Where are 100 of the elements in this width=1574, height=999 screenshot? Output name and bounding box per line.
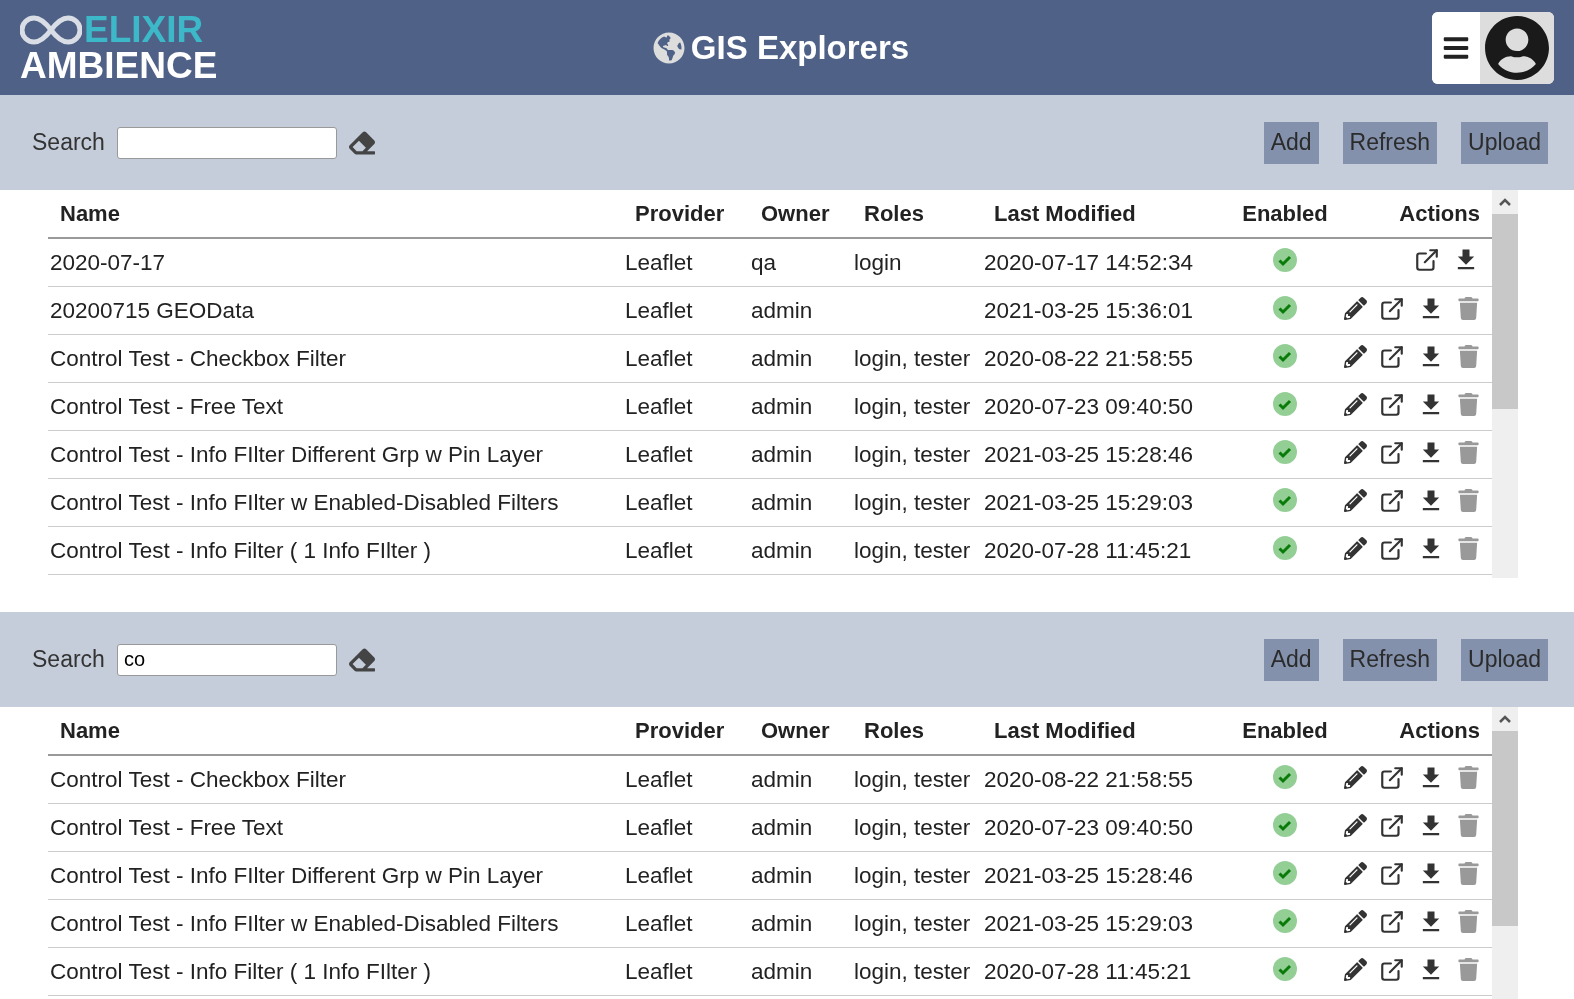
trash-icon[interactable] bbox=[1457, 489, 1480, 513]
table-cell: 2020-07-23 09:40:50 bbox=[982, 382, 1230, 431]
pencil-icon[interactable] bbox=[1344, 958, 1367, 982]
app-title: GIS Explorers bbox=[690, 28, 910, 67]
trash-icon[interactable] bbox=[1457, 345, 1480, 369]
table-cell: admin bbox=[749, 382, 852, 431]
eraser-icon[interactable] bbox=[348, 129, 375, 156]
table-row[interactable]: Control Test - Info FIlter Different Grp w Pin Layer Leaflet admin login, tester 2021-03-25 15:28:46 bbox=[48, 430, 1492, 479]
table-cell: login, tester bbox=[852, 334, 982, 383]
trash-icon[interactable] bbox=[1457, 537, 1480, 561]
table-cell: login, tester bbox=[852, 851, 982, 900]
table-cell: admin bbox=[749, 334, 852, 383]
table-cell: admin bbox=[749, 947, 852, 996]
scrollbar[interactable] bbox=[1492, 190, 1518, 578]
external-link-icon[interactable] bbox=[1379, 908, 1405, 935]
external-link-icon[interactable] bbox=[1379, 535, 1405, 562]
add-button[interactable]: Add bbox=[1263, 638, 1319, 681]
pencil-icon[interactable] bbox=[1344, 345, 1367, 369]
table-row[interactable]: Control Test - Info FIlter Different Grp w Pin Layer Leaflet admin login, tester 2021-03-25 15:28:46 bbox=[48, 851, 1492, 900]
table-cell: login, tester bbox=[852, 526, 982, 575]
table-cell: admin bbox=[749, 286, 852, 335]
external-link-icon[interactable] bbox=[1379, 860, 1405, 887]
table-cell: admin bbox=[749, 430, 852, 479]
eraser-icon[interactable] bbox=[348, 646, 375, 673]
table-cell: Control Test - Info Filter ( 1 Info FIlter ) bbox=[48, 947, 623, 996]
table-row[interactable]: Control Test - Free Text Leaflet admin login, tester 2020-07-23 09:40:50 bbox=[48, 803, 1492, 852]
table-cell: Control Test - Checkbox Filter bbox=[48, 334, 623, 383]
search-field[interactable]: co bbox=[116, 643, 337, 676]
pencil-icon[interactable] bbox=[1344, 910, 1367, 934]
table-row[interactable]: 20200715 GEOData Leaflet admin 2021-03-25 15:36:01 bbox=[48, 286, 1492, 335]
pencil-icon[interactable] bbox=[1344, 393, 1367, 417]
upload-button[interactable]: Upload bbox=[1461, 121, 1548, 164]
refresh-button[interactable]: Refresh bbox=[1342, 638, 1438, 681]
table-cell: Control Test - Free Text bbox=[48, 382, 623, 431]
external-link-icon[interactable] bbox=[1379, 956, 1405, 983]
table-cell: Control Test - Info Filter ( 1 Info FIlter ) bbox=[48, 526, 623, 575]
trash-icon[interactable] bbox=[1457, 814, 1480, 838]
external-link-icon[interactable] bbox=[1379, 439, 1405, 466]
external-link-icon[interactable] bbox=[1379, 343, 1405, 370]
table-cell: Control Test - Free Text bbox=[48, 803, 623, 852]
table-cell: Leaflet bbox=[623, 286, 749, 335]
table-cell: Leaflet bbox=[623, 755, 749, 804]
table-cell: 2020-07-28 11:45:21 bbox=[982, 526, 1230, 575]
table-row[interactable]: Control Test - Info FIlter w Enabled-Disabled Filters Leaflet admin login, tester 2021-03-25 15:29:03 bbox=[48, 478, 1492, 527]
table-row[interactable]: Control Test - Checkbox Filter Leaflet admin login, tester 2020-08-22 21:58:55 bbox=[48, 755, 1492, 804]
table-cell: admin bbox=[749, 851, 852, 900]
table-cell: login, tester bbox=[852, 899, 982, 948]
pencil-icon[interactable] bbox=[1344, 814, 1367, 838]
pencil-icon[interactable] bbox=[1344, 766, 1367, 790]
trash-icon[interactable] bbox=[1457, 958, 1480, 982]
add-button[interactable]: Add bbox=[1263, 121, 1319, 164]
table-row[interactable]: Control Test - Info Filter ( 1 Info FIlter ) Leaflet admin login, tester 2020-07-28 11:45:21 bbox=[48, 947, 1492, 996]
table-row[interactable]: 2020-07-17 Leaflet qa login 2020-07-17 14:52:34 bbox=[48, 238, 1492, 287]
column-header: Owner bbox=[749, 707, 852, 755]
table-cell: 2020-08-22 21:58:55 bbox=[982, 334, 1230, 383]
trash-icon[interactable] bbox=[1457, 766, 1480, 790]
column-header: Enabled bbox=[1230, 707, 1340, 755]
table-row[interactable]: Control Test - Free Text Leaflet admin login, tester 2020-07-23 09:40:50 bbox=[48, 382, 1492, 431]
table-cell: Leaflet bbox=[623, 382, 749, 431]
external-link-icon[interactable] bbox=[1379, 764, 1405, 791]
search-field[interactable] bbox=[116, 126, 337, 159]
table-cell: 2021-03-25 15:28:46 bbox=[982, 430, 1230, 479]
table-row[interactable]: Control Test - Info Filter ( 1 Info FIlter ) Leaflet admin login, tester 2020-07-28 11:45:21 bbox=[48, 526, 1492, 575]
table-cell: login, tester bbox=[852, 478, 982, 527]
trash-icon[interactable] bbox=[1457, 862, 1480, 886]
trash-icon[interactable] bbox=[1457, 910, 1480, 934]
external-link-icon[interactable] bbox=[1379, 812, 1405, 839]
column-header: Provider bbox=[623, 707, 749, 755]
upload-button[interactable]: Upload bbox=[1461, 638, 1548, 681]
table-cell: Control Test - Info FIlter Different Grp w Pin Layer bbox=[48, 851, 623, 900]
table-row[interactable]: Control Test - Checkbox Filter Leaflet admin login, tester 2020-08-22 21:58:55 bbox=[48, 334, 1492, 383]
search-label: Search bbox=[32, 129, 105, 156]
user-avatar-icon[interactable] bbox=[1484, 14, 1550, 81]
table-cell: Leaflet bbox=[623, 803, 749, 852]
external-link-icon[interactable] bbox=[1414, 247, 1440, 273]
pencil-icon[interactable] bbox=[1344, 862, 1367, 886]
table-cell: admin bbox=[749, 478, 852, 527]
trash-icon[interactable] bbox=[1457, 441, 1480, 465]
table-cell: Control Test - Info FIlter w Enabled-Disabled Filters bbox=[48, 899, 623, 948]
column-header: Roles bbox=[852, 190, 982, 238]
external-link-icon[interactable] bbox=[1379, 391, 1405, 418]
refresh-button[interactable]: Refresh bbox=[1342, 121, 1438, 164]
table-cell: 2021-03-25 15:29:03 bbox=[982, 478, 1230, 527]
table-cell: 2021-03-25 15:36:01 bbox=[982, 286, 1230, 335]
trash-icon[interactable] bbox=[1457, 393, 1480, 417]
pencil-icon[interactable] bbox=[1344, 441, 1367, 465]
table-cell: 2020-07-28 11:45:21 bbox=[982, 947, 1230, 996]
pencil-icon[interactable] bbox=[1344, 489, 1367, 513]
table-row[interactable]: Control Test - Info FIlter w Enabled-Disabled Filters Leaflet admin login, tester 2021-03-25 15:29:03 bbox=[48, 899, 1492, 948]
table-cell: 2020-07-17 14:52:34 bbox=[982, 238, 1230, 287]
pencil-icon[interactable] bbox=[1344, 297, 1367, 321]
pencil-icon[interactable] bbox=[1344, 537, 1367, 561]
external-link-icon[interactable] bbox=[1379, 295, 1405, 322]
table-cell: Control Test - Checkbox Filter bbox=[48, 755, 623, 804]
table-cell: Leaflet bbox=[623, 430, 749, 479]
logo-text: ELIXIR bbox=[84, 11, 204, 48]
table-cell: login, tester bbox=[852, 430, 982, 479]
trash-icon[interactable] bbox=[1457, 297, 1480, 321]
external-link-icon[interactable] bbox=[1379, 487, 1405, 514]
scrollbar[interactable] bbox=[1492, 707, 1518, 999]
